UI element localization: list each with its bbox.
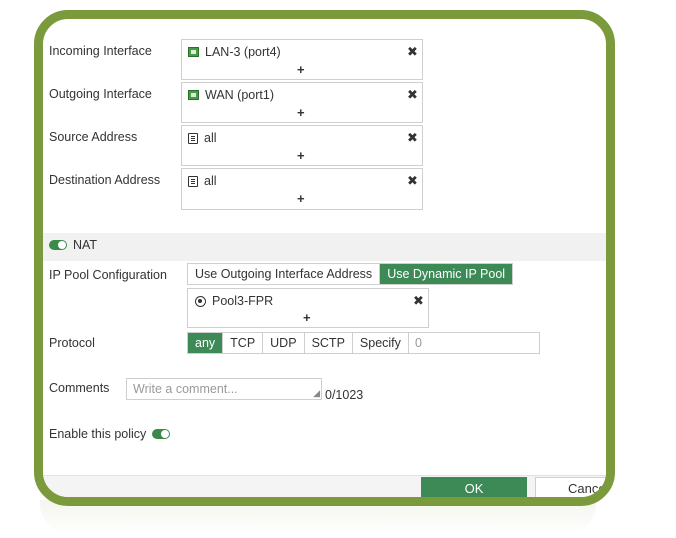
ip-pool-option-outgoing-interface[interactable]: Use Outgoing Interface Address xyxy=(188,264,381,284)
source-address-value: all xyxy=(204,131,217,145)
ip-pool-icon xyxy=(195,295,206,307)
outgoing-interface-value: WAN (port1) xyxy=(205,88,274,102)
remove-destination-address-icon[interactable]: ✖ xyxy=(407,173,418,189)
ok-button[interactable]: OK xyxy=(421,477,527,497)
incoming-interface-entry: LAN-3 (port4) xyxy=(188,45,281,59)
protocol-selector: any TCP UDP SCTP Specify xyxy=(187,332,409,354)
incoming-interface-label: Incoming Interface xyxy=(49,44,152,58)
protocol-number-input[interactable]: 0 xyxy=(408,332,540,354)
interface-icon xyxy=(188,47,199,57)
outgoing-interface-field[interactable]: WAN (port1) ✖ + xyxy=(181,82,423,123)
ip-pool-config-selector: Use Outgoing Interface Address Use Dynam… xyxy=(187,263,514,285)
comments-counter: 0/1023 xyxy=(325,388,364,402)
add-ip-pool-icon[interactable]: + xyxy=(303,310,311,325)
protocol-option-tcp[interactable]: TCP xyxy=(223,333,264,353)
comments-label: Comments xyxy=(49,381,110,395)
policy-dialog-frame: Incoming Interface LAN-3 (port4) ✖ + Out… xyxy=(34,10,615,506)
address-icon xyxy=(188,132,198,144)
destination-address-label: Destination Address xyxy=(49,173,161,187)
add-incoming-interface-icon[interactable]: + xyxy=(297,62,305,77)
enable-policy-row: Enable this policy xyxy=(49,427,171,441)
ip-pool-config-label: IP Pool Configuration xyxy=(49,268,167,282)
nat-label: NAT xyxy=(73,238,98,252)
enable-policy-toggle[interactable] xyxy=(152,429,171,439)
ip-pool-entry: Pool3-FPR xyxy=(195,294,273,308)
source-address-entry: all xyxy=(188,131,217,145)
source-address-field[interactable]: all ✖ + xyxy=(181,125,423,166)
interface-icon xyxy=(188,90,199,100)
protocol-number-value: 0 xyxy=(415,336,422,350)
incoming-interface-value: LAN-3 (port4) xyxy=(205,45,281,59)
remove-outgoing-interface-icon[interactable]: ✖ xyxy=(407,87,418,103)
ip-pool-value: Pool3-FPR xyxy=(212,294,274,308)
nat-section-header xyxy=(43,233,606,261)
resize-handle-icon[interactable]: ◢ xyxy=(313,388,320,399)
protocol-option-sctp[interactable]: SCTP xyxy=(304,333,353,353)
add-outgoing-interface-icon[interactable]: + xyxy=(297,105,305,120)
destination-address-entry: all xyxy=(188,174,217,188)
add-source-address-icon[interactable]: + xyxy=(297,148,305,163)
nat-toggle[interactable] xyxy=(49,240,67,250)
remove-ip-pool-icon[interactable]: ✖ xyxy=(413,293,424,309)
ip-pool-option-dynamic-pool[interactable]: Use Dynamic IP Pool xyxy=(380,264,513,284)
address-icon xyxy=(188,175,198,187)
cancel-button[interactable]: Cance xyxy=(535,477,606,497)
protocol-option-any[interactable]: any xyxy=(188,333,224,353)
add-destination-address-icon[interactable]: + xyxy=(297,191,305,206)
protocol-label: Protocol xyxy=(49,336,95,350)
remove-incoming-interface-icon[interactable]: ✖ xyxy=(407,44,418,60)
destination-address-value: all xyxy=(204,174,217,188)
incoming-interface-field[interactable]: LAN-3 (port4) ✖ + xyxy=(181,39,423,80)
ip-pool-field[interactable]: Pool3-FPR ✖ + xyxy=(187,288,429,328)
destination-address-field[interactable]: all ✖ + xyxy=(181,168,423,210)
remove-source-address-icon[interactable]: ✖ xyxy=(407,130,418,146)
protocol-option-specify[interactable]: Specify xyxy=(352,333,408,353)
comments-textarea[interactable]: Write a comment... ◢ xyxy=(126,378,322,400)
protocol-option-udp[interactable]: UDP xyxy=(263,333,305,353)
enable-policy-label: Enable this policy xyxy=(49,427,147,441)
nat-toggle-row: NAT xyxy=(49,238,97,252)
outgoing-interface-label: Outgoing Interface xyxy=(49,87,152,101)
source-address-label: Source Address xyxy=(49,130,138,144)
comments-placeholder: Write a comment... xyxy=(133,382,238,396)
outgoing-interface-entry: WAN (port1) xyxy=(188,88,274,102)
